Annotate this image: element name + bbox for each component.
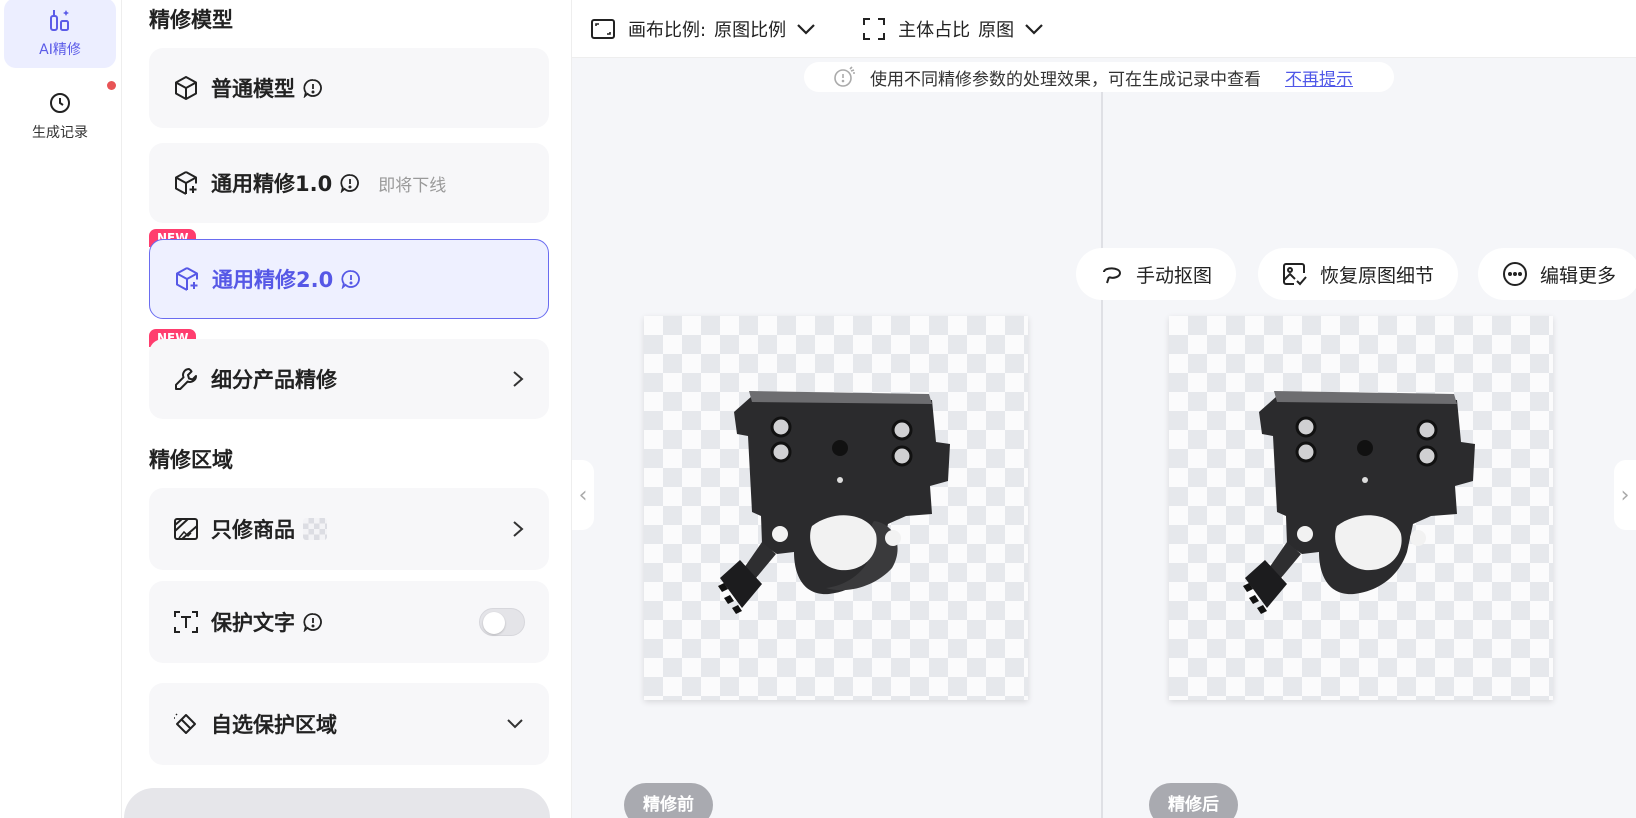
left-rail: AI精修 生成记录 — [0, 0, 122, 818]
info-icon[interactable] — [303, 78, 323, 98]
model-card-basic[interactable]: 普通模型 — [149, 48, 549, 128]
product-photo — [718, 391, 950, 614]
before-image — [644, 316, 1028, 700]
after-image — [1169, 316, 1553, 700]
subject-ratio-dropdown[interactable]: 主体占比 原图 — [862, 16, 1056, 42]
eraser-icon — [173, 711, 199, 737]
prev-arrow-button[interactable]: ‹ — [572, 460, 594, 530]
wrench-icon — [173, 366, 199, 392]
chip-label: 编辑更多 — [1540, 264, 1617, 287]
model-card-general-v1[interactable]: 通用精修1.0 即将下线 — [149, 143, 549, 223]
product-photo — [1243, 391, 1475, 614]
settings-panel: 精修模型 普通模型 通用精修1.0 即将下线 NEW 通用精修2.0 NEW 细… — [122, 0, 572, 818]
chevron-down-icon — [1025, 23, 1043, 35]
area-label: 保护文字 — [211, 611, 295, 635]
deprecation-note: 即将下线 — [378, 175, 447, 196]
image-restore-icon — [1283, 263, 1307, 286]
start-retouch-button[interactable] — [124, 788, 550, 818]
cube-icon — [173, 75, 199, 101]
protect-text-toggle[interactable] — [479, 608, 525, 636]
app-root: AI精修 生成记录 精修模型 普通模型 通用精修1.0 即将下线 NEW 通用精… — [0, 0, 1636, 818]
next-arrow-button[interactable]: › — [1614, 460, 1636, 530]
info-icon[interactable] — [341, 269, 361, 289]
top-toolbar: 画布比例: 原图比例 主体占比 原图 — [572, 0, 1636, 58]
lasso-icon — [1103, 267, 1122, 284]
area-section-title: 精修区域 — [149, 448, 233, 472]
preview-canvas: 使用不同精修参数的处理效果，可在生成记录中查看 不再提示 ‹ › 手动抠图 恢复… — [572, 58, 1636, 818]
transparency-icon — [303, 518, 327, 540]
model-section-title: 精修模型 — [149, 8, 233, 32]
model-label: 通用精修2.0 — [212, 268, 334, 292]
area-card-custom-protect[interactable]: 自选保护区域 — [149, 683, 549, 765]
manual-cutout-button[interactable]: 手动抠图 — [1076, 248, 1237, 300]
canvas-ratio-dropdown[interactable]: 画布比例: 原图比例 — [590, 16, 828, 42]
canvas-ratio-label: 画布比例: — [628, 19, 707, 41]
model-label: 普通模型 — [211, 77, 295, 101]
tip-text: 使用不同精修参数的处理效果，可在生成记录中查看 — [870, 69, 1261, 90]
hint-icon — [834, 66, 855, 87]
chip-label: 手动抠图 — [1136, 264, 1213, 287]
chevron-right-icon — [513, 371, 524, 387]
fullscreen-icon — [863, 17, 886, 40]
ai-retouch-icon — [50, 10, 69, 31]
after-label: 精修后 — [1149, 783, 1238, 818]
area-label: 自选保护区域 — [211, 713, 337, 737]
info-icon[interactable] — [303, 612, 323, 632]
area-label: 只修商品 — [211, 518, 295, 542]
chip-label: 恢复原图细节 — [1320, 264, 1435, 287]
model-label: 通用精修1.0 — [211, 172, 333, 196]
subject-ratio-value: 原图 — [978, 19, 1015, 41]
model-card-category[interactable]: 细分产品精修 — [149, 339, 549, 419]
image-edit-icon — [173, 516, 199, 542]
chevron-down-icon — [797, 23, 815, 35]
rail-item-ai-retouch[interactable]: AI精修 — [4, 0, 116, 68]
rail-item-label: AI精修 — [39, 42, 81, 58]
area-card-product-only[interactable]: 只修商品 — [149, 488, 549, 570]
rail-item-history[interactable]: 生成记录 — [4, 82, 116, 152]
tip-banner: 使用不同精修参数的处理效果，可在生成记录中查看 不再提示 — [804, 62, 1394, 92]
before-label: 精修前 — [624, 783, 713, 818]
compare-divider[interactable] — [1101, 92, 1103, 818]
model-card-general-v2[interactable]: 通用精修2.0 — [149, 239, 549, 319]
more-circle-icon — [1503, 262, 1527, 286]
dismiss-tip-link[interactable]: 不再提示 — [1285, 65, 1353, 90]
chevron-down-icon — [507, 719, 523, 729]
restore-detail-button[interactable]: 恢复原图细节 — [1258, 248, 1459, 300]
chevron-right-icon — [513, 521, 524, 537]
cube-plus-icon — [174, 266, 200, 292]
area-card-protect-text[interactable]: 保护文字 — [149, 581, 549, 663]
cube-plus-icon — [173, 170, 199, 196]
clock-icon — [50, 93, 70, 113]
info-icon[interactable] — [340, 173, 360, 193]
text-frame-icon — [173, 609, 199, 635]
subject-ratio-label: 主体占比 — [898, 19, 971, 41]
canvas-ratio-value: 原图比例 — [714, 19, 787, 41]
edit-more-button[interactable]: 编辑更多 — [1478, 248, 1636, 300]
model-label: 细分产品精修 — [211, 368, 337, 392]
rail-item-label: 生成记录 — [32, 125, 88, 141]
aspect-ratio-icon — [591, 18, 615, 39]
